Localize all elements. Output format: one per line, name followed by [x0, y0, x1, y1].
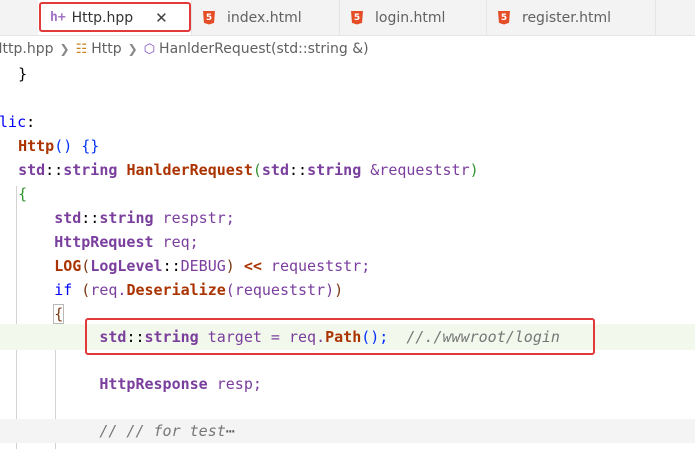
tab-label: login.html — [375, 9, 446, 26]
breadcrumb: Http.hpp ❯ ☷ Http ❯ ⬡ HanlderRequest(std… — [0, 36, 695, 62]
code-line-highlighted: std::string target = req.Path(); //./www… — [0, 324, 695, 350]
tab-label: Http.hpp — [71, 9, 134, 26]
breadcrumb-method[interactable]: HanlderRequest(std::string &) — [159, 41, 369, 57]
html5-icon: 5 — [203, 10, 215, 25]
code-line: LOG(LogLevel::DEBUG) << requeststr; — [54, 257, 371, 275]
close-icon[interactable]: ✕ — [155, 9, 168, 27]
code-line: Http() {} — [18, 137, 100, 155]
code-line: std::string HanlderRequest(std::string &… — [18, 161, 479, 179]
chevron-right-icon: ❯ — [59, 42, 70, 56]
h-header-icon: h+ — [50, 10, 66, 25]
tab-label: register.html — [522, 9, 612, 26]
breadcrumb-file[interactable]: Http.hpp — [0, 41, 54, 57]
code-line: { — [18, 185, 28, 203]
html5-icon: 5 — [351, 10, 363, 25]
code-line: { — [53, 304, 65, 324]
tab-register-html[interactable]: 5 register.html — [488, 0, 656, 35]
chevron-right-icon: ❯ — [127, 42, 138, 56]
breadcrumb-class[interactable]: Http — [91, 41, 121, 57]
tab-index-html[interactable]: 5 index.html — [193, 0, 340, 35]
code-line: std::string respstr; — [54, 209, 235, 227]
code-line: } — [18, 65, 28, 83]
code-editor[interactable]: } blic: Http() {} std::string HanlderReq… — [0, 62, 695, 449]
tab-bar: h+ Http.hpp ✕ 5 index.html 5 login.html … — [0, 0, 695, 36]
tab-label: index.html — [227, 9, 302, 26]
code-line-folded: // // for test⋯ — [0, 419, 695, 443]
code-line: HttpResponse resp; — [99, 375, 262, 393]
tab-login-html[interactable]: 5 login.html — [341, 0, 487, 35]
class-icon: ☷ — [75, 41, 88, 57]
tab-http-hpp[interactable]: h+ Http.hpp ✕ — [38, 0, 192, 35]
html5-icon: 5 — [498, 10, 510, 25]
code-line: HttpRequest req; — [54, 233, 199, 251]
code-line: if (req.Deserialize(requeststr)) — [54, 281, 344, 299]
method-cube-icon: ⬡ — [143, 41, 156, 57]
code-line: blic: — [0, 113, 36, 131]
